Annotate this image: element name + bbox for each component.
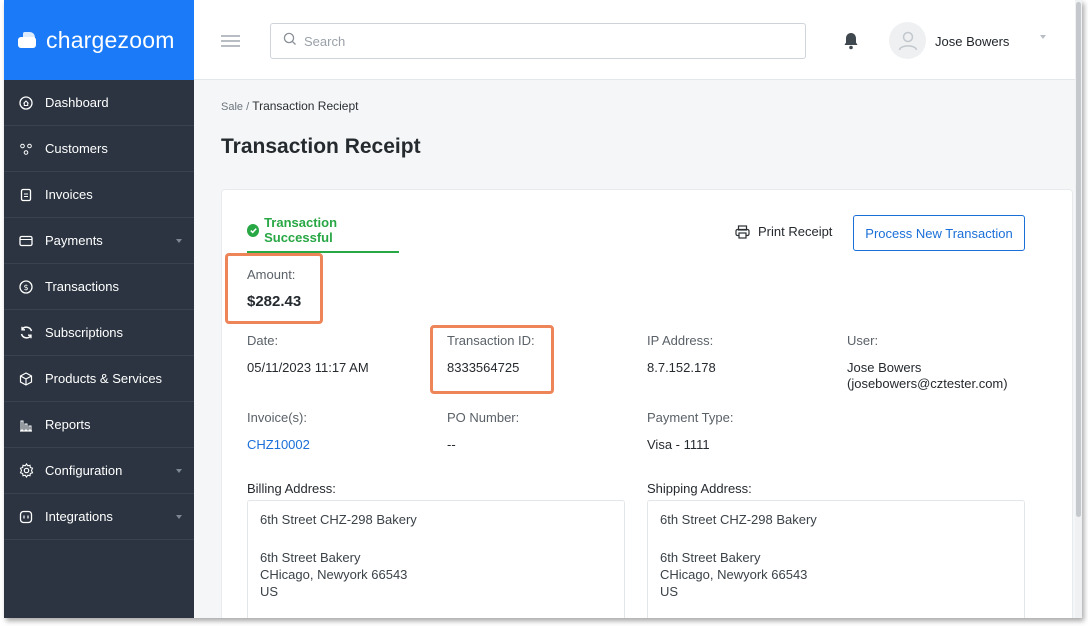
sidebar-item-products-services[interactable]: Products & Services [4, 356, 194, 402]
payment-type-label: Payment Type: [647, 410, 734, 425]
refresh-icon [18, 325, 34, 341]
shipping-line-2: 6th Street Bakery [660, 550, 761, 565]
transaction-id-value: 8333564725 [447, 360, 520, 375]
card-icon [18, 233, 34, 249]
breadcrumb-separator: / [243, 101, 253, 113]
breadcrumb: Sale / Transaction Reciept [221, 99, 358, 113]
sidebar-item-subscriptions[interactable]: Subscriptions [4, 310, 194, 356]
sidebar-item-label: Transactions [45, 279, 119, 294]
users-icon [18, 141, 34, 157]
user-name[interactable]: Jose Bowers [935, 34, 1009, 49]
print-receipt-label: Print Receipt [758, 224, 833, 239]
transaction-id-label: Transaction ID: [447, 333, 535, 348]
search-box[interactable] [270, 23, 806, 59]
svg-text:$: $ [23, 283, 28, 292]
amount-label: Amount: [247, 267, 296, 282]
shipping-line-1: 6th Street CHZ-298 Bakery [660, 512, 817, 527]
ip-address-value: 8.7.152.178 [647, 360, 716, 375]
search-input[interactable] [304, 33, 784, 49]
sidebar-item-invoices[interactable]: Invoices [4, 172, 194, 218]
sidebar-item-label: Dashboard [45, 95, 109, 110]
sidebar-item-label: Subscriptions [45, 325, 124, 340]
po-number-label: PO Number: [447, 410, 520, 425]
sidebar-item-configuration[interactable]: Configuration [4, 448, 194, 494]
page-title: Transaction Receipt [221, 135, 421, 158]
process-new-transaction-button[interactable]: Process New Transaction [853, 215, 1025, 251]
billing-line-4: US [260, 584, 279, 599]
dollar-icon: $ [18, 279, 34, 295]
brand-header[interactable]: chargezoom [4, 0, 194, 80]
sidebar-item-label: Payments [45, 233, 103, 248]
billing-line-2: 6th Street Bakery [260, 550, 361, 565]
user-email-value: (josebowers@cztester.com) [847, 376, 1008, 391]
avatar[interactable] [889, 22, 926, 59]
sidebar-item-label: Configuration [45, 463, 123, 478]
sidebar-item-label: Products & Services [45, 371, 163, 386]
box-icon [18, 371, 34, 387]
printer-icon [735, 224, 750, 239]
sidebar-item-label: Customers [45, 141, 108, 156]
search-icon [283, 32, 297, 51]
sidebar-item-label: Invoices [45, 187, 93, 202]
sidebar-item-payments[interactable]: Payments [4, 218, 194, 264]
payment-type-value: Visa - 1111 [647, 437, 710, 452]
print-receipt-button[interactable]: Print Receipt [735, 224, 832, 239]
vertical-scrollbar[interactable] [1075, 0, 1082, 618]
user-icon [898, 31, 917, 50]
invoice-link[interactable]: CHZ10002 [247, 437, 310, 452]
billing-address-box: 6th Street CHZ-298 Bakery 6th Street Bak… [247, 500, 625, 618]
amount-highlight-box [225, 253, 323, 324]
app-window: chargezoom Dashboard Customers Invoices … [4, 0, 1082, 618]
logo-icon [18, 31, 38, 49]
sidebar: chargezoom Dashboard Customers Invoices … [4, 0, 194, 618]
sidebar-item-customers[interactable]: Customers [4, 126, 194, 172]
po-number-value: -- [447, 437, 456, 452]
chevron-down-icon [176, 515, 182, 519]
shipping-line-3: CHicago, Newyork 66543 [660, 567, 808, 582]
bar-chart-icon [18, 417, 34, 433]
top-bar: Jose Bowers [194, 0, 1082, 80]
scrollbar-thumb[interactable] [1076, 2, 1081, 517]
brand-name: chargezoom [46, 26, 175, 53]
plug-icon [18, 509, 34, 525]
ip-address-label: IP Address: [647, 333, 714, 348]
home-icon [18, 95, 34, 111]
gear-icon [18, 463, 34, 479]
shipping-address-box: 6th Street CHZ-298 Bakery 6th Street Bak… [647, 500, 1025, 618]
billing-line-1: 6th Street CHZ-298 Bakery [260, 512, 417, 527]
billing-line-3: CHicago, Newyork 66543 [260, 567, 408, 582]
amount-value: $282.43 [247, 293, 302, 310]
user-name-value: Jose Bowers [847, 360, 922, 375]
sidebar-item-label: Integrations [45, 509, 113, 524]
user-label: User: [847, 333, 879, 348]
chevron-down-icon [176, 239, 182, 243]
billing-address-label: Billing Address: [247, 481, 336, 496]
shipping-line-4: US [660, 584, 679, 599]
menu-toggle-icon[interactable] [221, 35, 240, 47]
chevron-down-icon [176, 469, 182, 473]
transaction-status-tab: Transaction Successful [247, 215, 399, 253]
shipping-address-label: Shipping Address: [647, 481, 752, 496]
sidebar-item-reports[interactable]: Reports [4, 402, 194, 448]
invoice-icon [18, 187, 34, 203]
invoices-label: Invoice(s): [247, 410, 307, 425]
sidebar-item-dashboard[interactable]: Dashboard [4, 80, 194, 126]
sidebar-item-integrations[interactable]: Integrations [4, 494, 194, 540]
sidebar-item-transactions[interactable]: $ Transactions [4, 264, 194, 310]
check-circle-icon [247, 223, 260, 237]
breadcrumb-parent[interactable]: Sale [221, 101, 243, 113]
status-text: Transaction Successful [264, 215, 338, 245]
sidebar-item-label: Reports [45, 417, 91, 432]
notification-bell-icon[interactable] [842, 31, 860, 51]
date-label: Date: [247, 333, 279, 348]
user-menu-chevron-down-icon[interactable] [1040, 35, 1046, 39]
breadcrumb-current: Transaction Reciept [252, 99, 359, 113]
date-value: 05/11/2023 11:17 AM [247, 360, 369, 375]
